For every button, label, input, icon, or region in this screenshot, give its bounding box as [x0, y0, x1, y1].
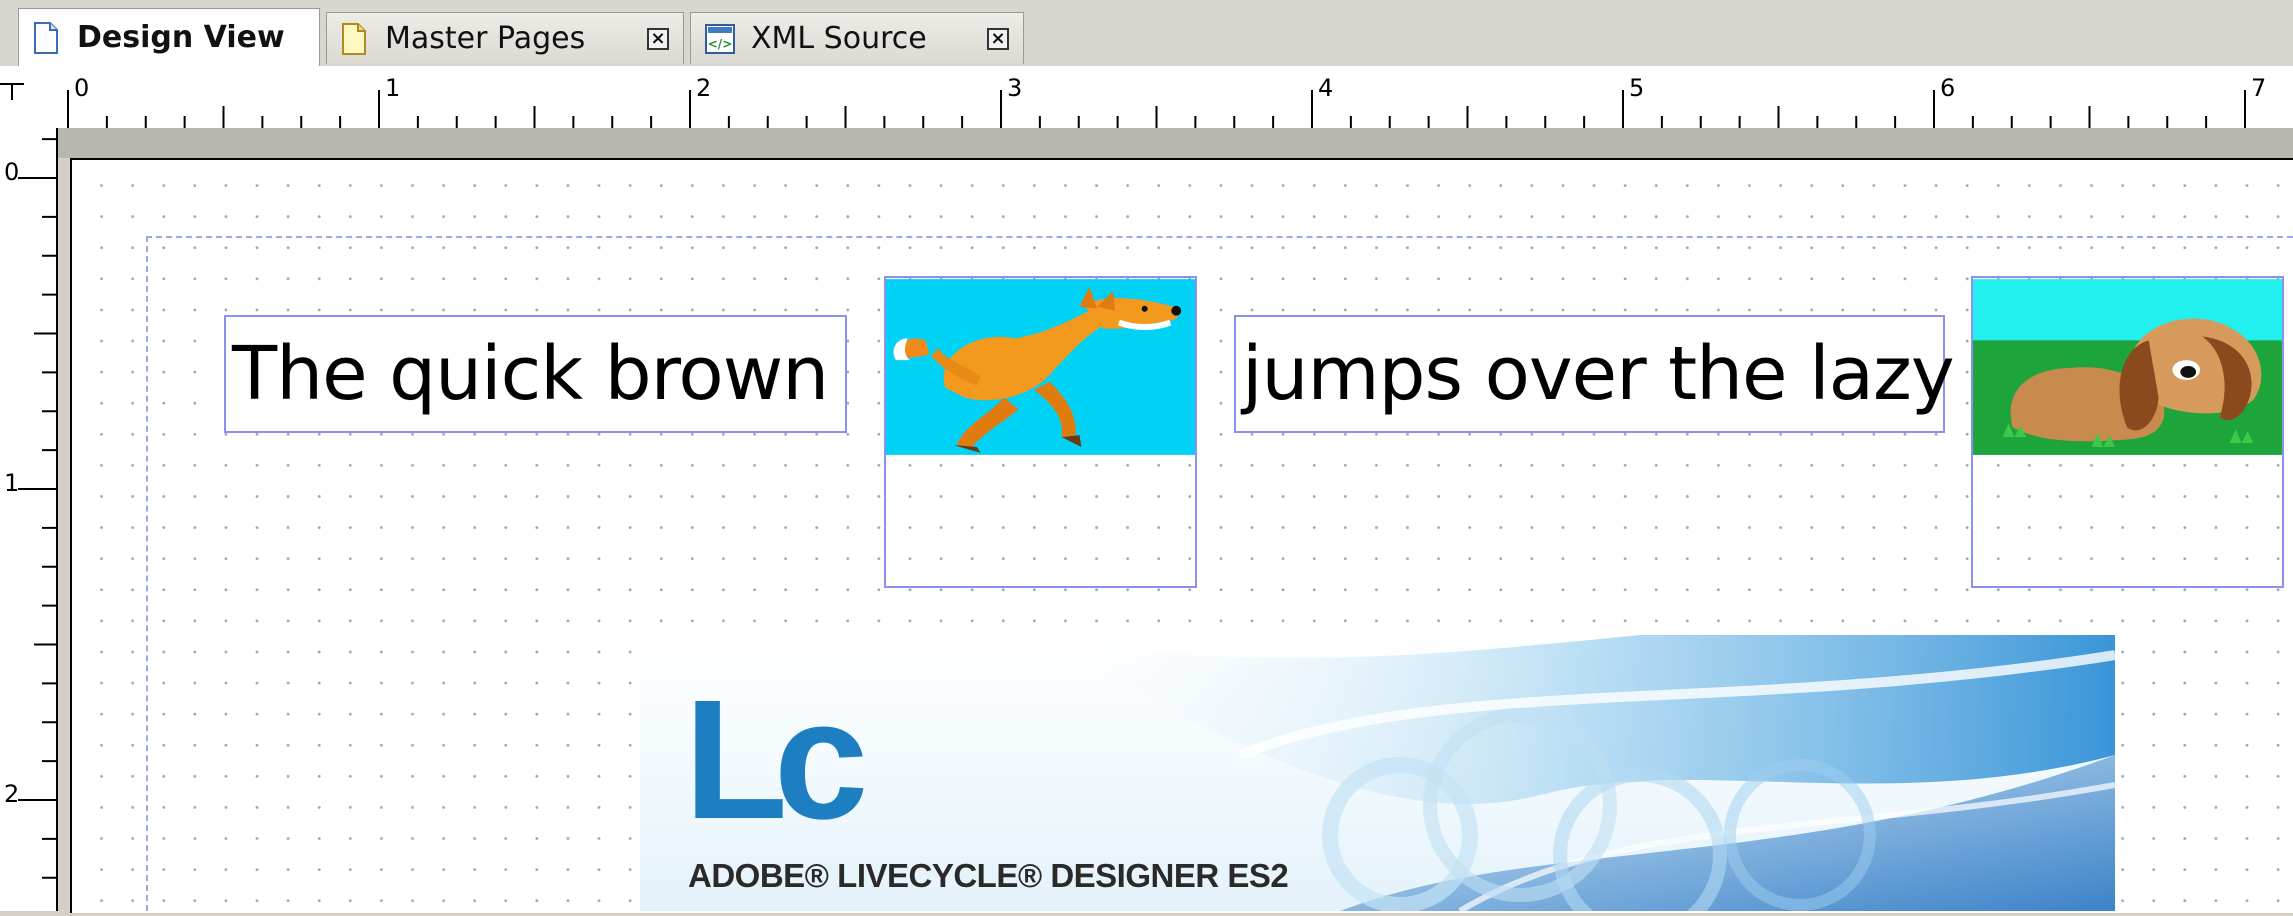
close-tab-button[interactable]: × [987, 28, 1009, 50]
tab-label: XML Source [751, 21, 927, 56]
ruler-label: 0 [4, 158, 19, 186]
horizontal-ruler-ticks: 0 1 2 3 4 5 6 7 [67, 74, 2266, 128]
image-field-fox[interactable] [884, 276, 1197, 588]
product-name: ADOBE® LIVECYCLE® DESIGNER ES2 [688, 857, 1289, 894]
close-tab-button[interactable]: × [647, 28, 669, 50]
ruler-label: 5 [1629, 74, 1644, 102]
ruler-corner-tick [0, 83, 24, 100]
text-object-jumps-over[interactable]: jumps over the lazy [1234, 315, 1955, 433]
ruler-label: 1 [4, 469, 19, 497]
tab-label: Master Pages [385, 21, 586, 56]
vertical-ruler-ticks: 0 1 2 [4, 138, 56, 879]
tab-xml-source[interactable]: </> XML Source × [690, 12, 1024, 64]
ruler-label: 1 [385, 74, 400, 102]
horizontal-ruler[interactable]: 0 1 2 3 4 5 6 7 [56, 66, 2293, 128]
tab-label: Design View [77, 20, 285, 55]
image-field-dog[interactable] [1971, 276, 2284, 588]
livecycle-logo: Lc [684, 665, 868, 855]
text-object-quick-brown[interactable]: The quick brown [224, 315, 847, 433]
ruler-label: 0 [74, 74, 89, 102]
ruler-label: 3 [1007, 74, 1022, 102]
ruler-corner [0, 66, 58, 128]
text-object-content: The quick brown [232, 331, 829, 417]
document-icon [34, 21, 58, 54]
tab-master-pages[interactable]: Master Pages × [326, 12, 684, 64]
svg-text:</>: </> [708, 37, 733, 51]
dog-image [1973, 279, 2282, 455]
splash-screen: Lc ADOBE® LIVECYCLE® DESIGNER ES2 [640, 635, 2115, 911]
ruler-label: 6 [1940, 74, 1955, 102]
vertical-ruler[interactable]: 0 1 2 [0, 128, 58, 911]
ruler-label: 2 [4, 780, 19, 808]
xml-source-icon: </> [705, 23, 735, 54]
document-icon [342, 22, 366, 55]
canvas-background [58, 128, 2293, 158]
text-object-content: jumps over the lazy [1242, 331, 1955, 417]
ruler-label: 7 [2251, 74, 2266, 102]
tab-design-view[interactable]: Design View [18, 8, 320, 66]
ruler-label: 4 [1318, 74, 1333, 102]
document-tab-strip: Design View Master Pages × </> XML Sourc… [0, 0, 2293, 67]
ruler-label: 2 [696, 74, 711, 102]
fox-image [886, 279, 1195, 455]
